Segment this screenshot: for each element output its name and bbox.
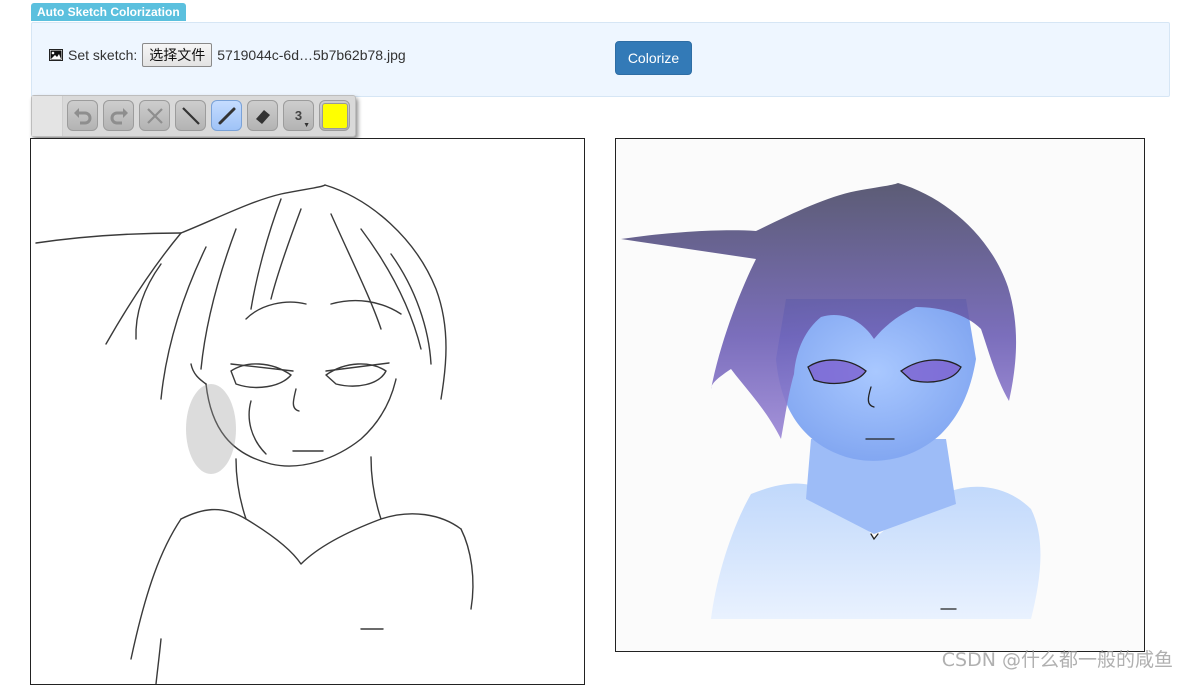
colorized-output xyxy=(615,138,1145,652)
undo-icon xyxy=(73,107,91,124)
colorize-button[interactable]: Colorize xyxy=(615,41,692,75)
eraser-icon xyxy=(255,109,270,124)
app-title-badge: Auto Sketch Colorization xyxy=(31,3,186,21)
set-sketch-label: Set sketch: xyxy=(68,47,138,63)
brush-size-button[interactable]: 3 ▼ xyxy=(283,100,314,131)
color-picker-button[interactable] xyxy=(319,100,350,131)
eraser-tool-button[interactable] xyxy=(247,100,278,131)
choose-file-button[interactable]: 选择文件 xyxy=(142,43,213,67)
sketch-panel: Set sketch: 选择文件 5719044c-6d…5b7b62b78.j… xyxy=(31,22,1170,97)
pencil-tool-button[interactable] xyxy=(211,100,242,131)
redo-icon xyxy=(110,107,128,124)
undo-button[interactable] xyxy=(67,100,98,131)
sketch-canvas[interactable] xyxy=(30,138,585,685)
line-icon xyxy=(181,106,200,125)
sketch-image xyxy=(35,184,474,684)
clear-icon xyxy=(146,107,163,124)
clear-button[interactable] xyxy=(139,100,170,131)
colorized-image xyxy=(621,183,1041,619)
line-tool-button[interactable] xyxy=(175,100,206,131)
pencil-icon xyxy=(218,107,235,124)
image-icon xyxy=(49,49,63,61)
color-swatch-icon xyxy=(321,102,348,129)
watermark: CSDN @什么都一般的咸鱼 xyxy=(941,649,1173,671)
brush-size-value: 3 xyxy=(294,108,303,123)
chevron-down-icon: ▼ xyxy=(303,122,310,129)
set-sketch-row: Set sketch: 选择文件 5719044c-6d…5b7b62b78.j… xyxy=(49,42,406,68)
drawing-toolbar: 3 ▼ xyxy=(31,95,356,137)
file-name-text: 5719044c-6d…5b7b62b78.jpg xyxy=(217,47,406,63)
redo-button[interactable] xyxy=(103,100,134,131)
toolbar-grip[interactable] xyxy=(32,96,63,136)
